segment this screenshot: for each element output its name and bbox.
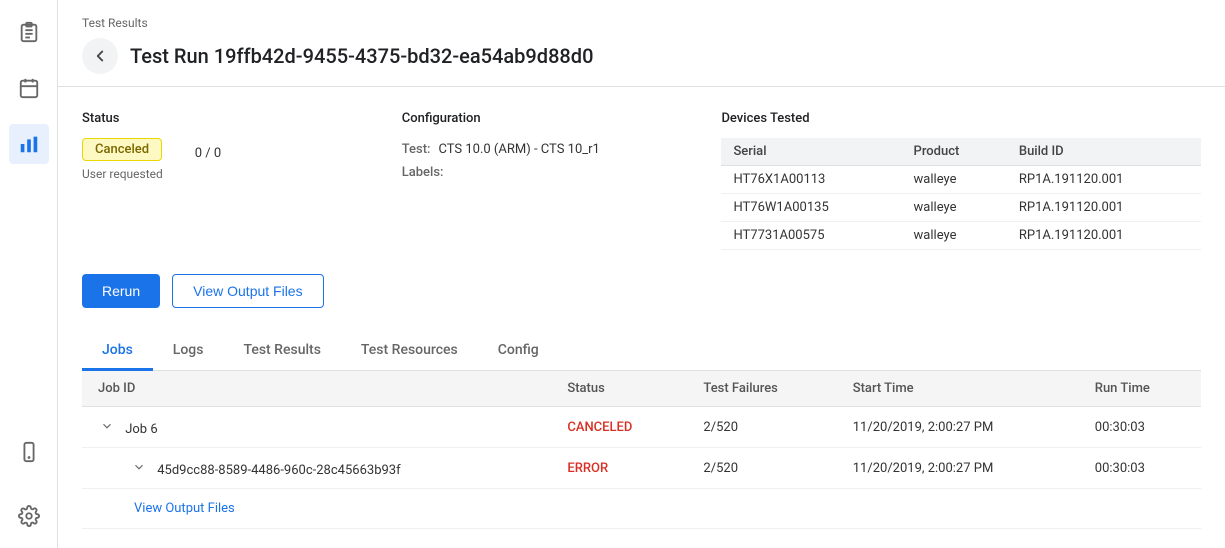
status-error-label: ERROR xyxy=(567,461,608,476)
status-section: Status Canceled User requested 0 / 0 xyxy=(82,111,402,250)
child-status-cell: ERROR xyxy=(551,448,687,489)
device-build: RP1A.191120.001 xyxy=(1007,222,1201,250)
child-runtime-cell: 00:30:03 xyxy=(1079,448,1201,489)
tabs: JobsLogsTest ResultsTest ResourcesConfig xyxy=(82,332,1201,371)
status-sub-text: User requested xyxy=(82,167,163,181)
jobs-col-status: Status xyxy=(551,371,687,407)
rerun-button[interactable]: Rerun xyxy=(82,274,160,308)
device-product: walleye xyxy=(902,166,1007,194)
sidebar-item-settings[interactable] xyxy=(9,496,49,536)
back-button[interactable] xyxy=(82,38,118,74)
device-serial: HT76W1A00135 xyxy=(721,194,901,222)
jobs-table: Job ID Status Test Failures Start Time R… xyxy=(82,371,1201,529)
device-serial: HT7731A00575 xyxy=(721,222,901,250)
view-output-button[interactable]: View Output Files xyxy=(172,274,323,308)
sidebar-item-calendar[interactable] xyxy=(9,68,49,108)
tab-jobs[interactable]: Jobs xyxy=(82,332,153,371)
child-failures-cell: 2/520 xyxy=(687,448,836,489)
table-row: 45d9cc88-8589-4486-960c-28c45663b93f ERR… xyxy=(82,448,1201,489)
view-output-link[interactable]: View Output Files xyxy=(82,493,1201,524)
view-output-row: View Output Files xyxy=(82,489,1201,529)
config-section: Configuration Test: CTS 10.0 (ARM) - CTS… xyxy=(402,111,722,250)
devices-section: Devices Tested Serial Product Build ID H… xyxy=(721,111,1201,250)
main-content: Test Results Test Run 19ffb42d-9455-4375… xyxy=(58,0,1225,548)
table-row: HT76W1A00135 walleye RP1A.191120.001 xyxy=(721,194,1201,222)
config-labels-row: Labels: xyxy=(402,161,722,184)
status-badge: Canceled xyxy=(82,138,162,161)
tab-test-results[interactable]: Test Results xyxy=(223,332,340,371)
devices-table: Serial Product Build ID HT76X1A00113 wal… xyxy=(721,138,1201,250)
config-labels-label: Labels: xyxy=(402,161,444,184)
table-row: Job 6 CANCELED 2/520 11/20/2019, 2:00:27… xyxy=(82,407,1201,448)
job-runtime-cell: 00:30:03 xyxy=(1079,407,1201,448)
sidebar xyxy=(0,0,58,548)
table-row: HT76X1A00113 walleye RP1A.191120.001 xyxy=(721,166,1201,194)
job-failures-cell: 2/520 xyxy=(687,407,836,448)
status-canceled-label: CANCELED xyxy=(567,420,632,435)
status-title: Status xyxy=(82,111,402,126)
devices-col-product: Product xyxy=(902,138,1007,166)
child-job-id-cell: 45d9cc88-8589-4486-960c-28c45663b93f xyxy=(82,448,551,489)
device-serial: HT76X1A00113 xyxy=(721,166,901,194)
jobs-col-runtime: Run Time xyxy=(1079,371,1201,407)
config-test-value: CTS 10.0 (ARM) - CTS 10_r1 xyxy=(438,138,599,161)
child-expand-icon[interactable] xyxy=(130,458,148,476)
device-build: RP1A.191120.001 xyxy=(1007,194,1201,222)
config-title: Configuration xyxy=(402,111,722,126)
header: Test Results Test Run 19ffb42d-9455-4375… xyxy=(58,0,1225,87)
device-product: walleye xyxy=(902,194,1007,222)
table-row: HT7731A00575 walleye RP1A.191120.001 xyxy=(721,222,1201,250)
device-build: RP1A.191120.001 xyxy=(1007,166,1201,194)
expand-icon[interactable] xyxy=(98,417,116,435)
sidebar-item-results[interactable] xyxy=(9,124,49,164)
devices-col-serial: Serial xyxy=(721,138,901,166)
config-test-row: Test: CTS 10.0 (ARM) - CTS 10_r1 xyxy=(402,138,722,161)
job-id-cell: Job 6 xyxy=(82,407,551,448)
device-product: walleye xyxy=(902,222,1007,250)
child-start-cell: 11/20/2019, 2:00:27 PM xyxy=(837,448,1079,489)
devices-col-build: Build ID xyxy=(1007,138,1201,166)
tab-config[interactable]: Config xyxy=(478,332,559,371)
content-area: Status Canceled User requested 0 / 0 Con… xyxy=(58,87,1225,548)
jobs-col-failures: Test Failures xyxy=(687,371,836,407)
jobs-col-start: Start Time xyxy=(837,371,1079,407)
sidebar-item-clipboard[interactable] xyxy=(9,12,49,52)
tab-test-resources[interactable]: Test Resources xyxy=(341,332,478,371)
job-start-cell: 11/20/2019, 2:00:27 PM xyxy=(837,407,1079,448)
info-row: Status Canceled User requested 0 / 0 Con… xyxy=(82,111,1201,250)
sidebar-item-devices[interactable] xyxy=(9,432,49,472)
jobs-col-id: Job ID xyxy=(82,371,551,407)
job-status-cell: CANCELED xyxy=(551,407,687,448)
devices-title: Devices Tested xyxy=(721,111,1201,126)
action-row: Rerun View Output Files xyxy=(82,274,1201,308)
tab-logs[interactable]: Logs xyxy=(153,332,224,371)
breadcrumb: Test Results xyxy=(82,16,1201,30)
config-test-label: Test: xyxy=(402,138,431,161)
progress-text: 0 / 0 xyxy=(195,146,221,161)
page-title: Test Run 19ffb42d-9455-4375-bd32-ea54ab9… xyxy=(130,44,593,68)
